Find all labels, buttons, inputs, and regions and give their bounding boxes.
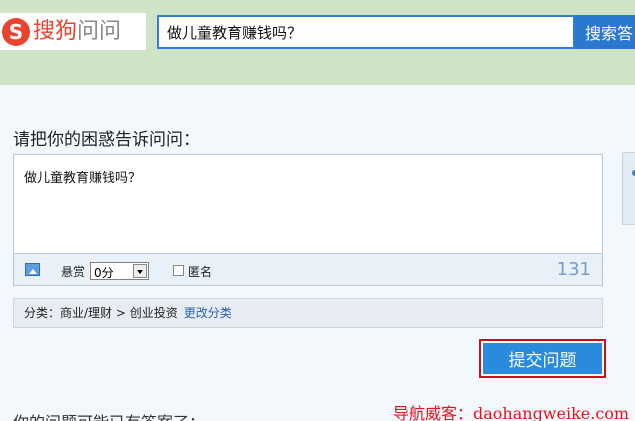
anonymous-checkbox[interactable] — [173, 265, 184, 276]
submit-highlight-frame: 提交问题 — [479, 339, 606, 378]
change-category-link[interactable]: 更改分类 — [184, 306, 232, 320]
header: S 搜狗问问 搜索答 — [0, 0, 635, 85]
question-textarea[interactable]: 做儿童教育赚钱吗？ — [13, 154, 603, 254]
category-text: 分类：商业/理财 > 创业投资 — [24, 306, 178, 320]
ask-title: 请把你的困惑告诉问问： — [13, 130, 200, 150]
logo-product: 问问 — [77, 19, 122, 44]
reward-label: 悬赏 — [61, 265, 86, 279]
reward-select[interactable]: 0分 — [90, 262, 149, 280]
side-widget[interactable] — [622, 152, 635, 225]
search-button[interactable]: 搜索答 — [575, 15, 635, 49]
anonymous-label: 匿名 — [188, 265, 213, 279]
char-count: 131 — [556, 259, 591, 280]
logo-mark-icon: S — [2, 17, 30, 46]
chevron-down-icon[interactable] — [133, 264, 147, 278]
category-bar: 分类：商业/理财 > 创业投资 更改分类 — [13, 298, 603, 328]
reward-value: 0分 — [94, 266, 114, 280]
sogou-logo[interactable]: S 搜狗问问 — [0, 13, 146, 50]
submit-question-button[interactable]: 提交问题 — [483, 343, 602, 374]
related-answers-hint: 你的问题可能已有答案了： — [13, 409, 205, 421]
image-icon[interactable] — [25, 263, 40, 276]
logo-brand: 搜狗 — [33, 19, 78, 44]
watermark: 导航威客：daohangweike.com — [393, 404, 630, 421]
search-input[interactable] — [157, 15, 575, 49]
logo-text: 搜狗问问 — [33, 13, 121, 50]
question-toolbar: 悬赏 0分 匿名 131 — [13, 254, 603, 286]
